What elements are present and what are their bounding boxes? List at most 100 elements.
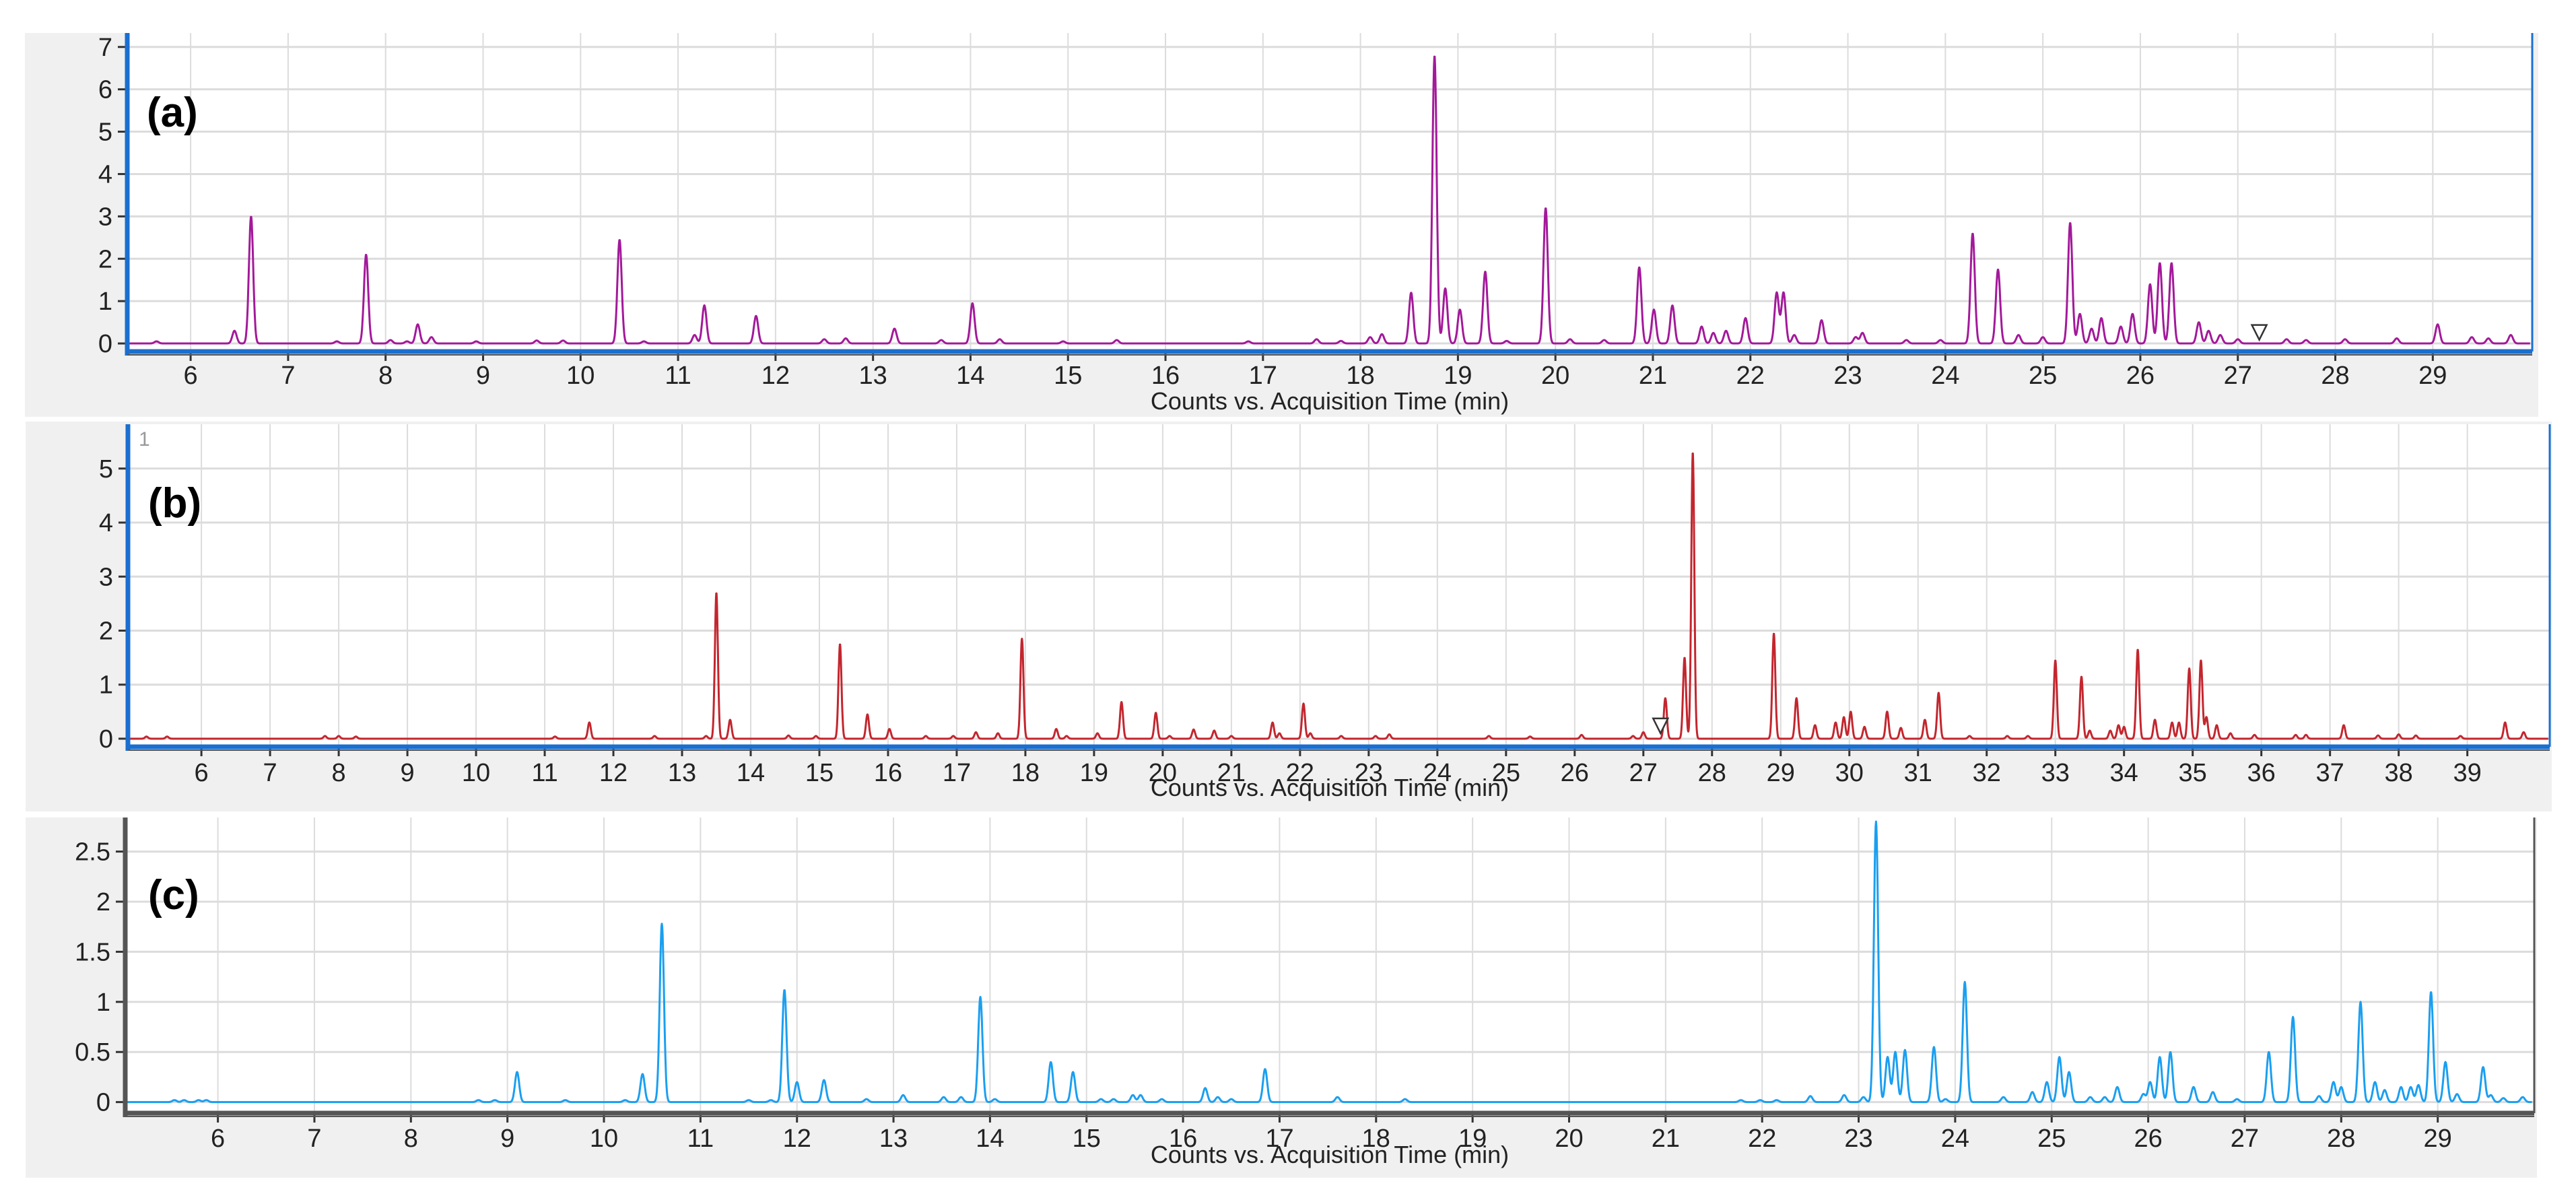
x-tick-label: 16 (1151, 362, 1180, 390)
x-tick-label: 26 (2126, 362, 2155, 390)
panel-c: 6 7 8 9 10 11 12 13 14 15 16 17 18 19 20 21 22 23 24 25 26 27… (26, 817, 2537, 1178)
x-tick-label: 20 (1541, 362, 1569, 390)
x-tick-label: 11 (531, 759, 557, 787)
x-tick-label: 37 (2316, 759, 2344, 787)
panel-b-plot-area (128, 424, 2550, 747)
y-tick-label: 2 (99, 617, 113, 645)
x-tick-label: 29 (1767, 759, 1795, 787)
x-tick-label: 27 (2231, 1125, 2259, 1153)
x-tick-label: 17 (1249, 362, 1277, 390)
y-tick-label: 3 (98, 203, 112, 231)
x-tick-label: 8 (404, 1125, 418, 1153)
x-tick-label: 18 (1011, 759, 1040, 787)
y-tick-label: 2.5 (75, 838, 110, 867)
x-tick-label: 24 (1931, 362, 1959, 390)
x-tick-label: 12 (783, 1125, 811, 1153)
y-tick-label: 6 (98, 76, 112, 104)
x-tick-label: 11 (687, 1125, 714, 1153)
trace-index-label: 1 (139, 428, 150, 450)
x-tick-label: 22 (1748, 1125, 1776, 1153)
panel-b-x-axis-title: Counts vs. Acquisition Time (min) (1151, 774, 1509, 801)
y-tick-label: 1 (98, 288, 112, 316)
x-tick-label: 31 (1904, 759, 1932, 787)
x-tick-label: 22 (1736, 362, 1765, 390)
x-tick-label: 13 (879, 1125, 908, 1153)
x-tick-label: 8 (378, 362, 393, 390)
panel-b: 6 7 8 9 10 11 12 13 14 15 16 17 18 19 20 21 22 23 24 25 26 27… (26, 422, 2552, 811)
x-tick-label: 10 (462, 759, 490, 787)
x-tick-label: 25 (2029, 362, 2057, 390)
x-tick-label: 15 (805, 759, 834, 787)
y-tick-label: 1 (96, 989, 110, 1017)
x-tick-label: 7 (263, 759, 277, 787)
x-tick-label: 25 (2037, 1125, 2066, 1153)
x-tick-label: 33 (2041, 759, 2070, 787)
x-tick-label: 14 (737, 759, 765, 787)
y-tick-label: 0 (99, 725, 113, 754)
x-tick-label: 20 (1555, 1125, 1583, 1153)
x-tick-label: 9 (476, 362, 490, 390)
x-tick-label: 36 (2247, 759, 2276, 787)
x-tick-label: 15 (1073, 1125, 1101, 1153)
x-tick-label: 27 (1629, 759, 1658, 787)
x-tick-label: 18 (1346, 362, 1374, 390)
x-tick-label: 10 (590, 1125, 618, 1153)
panel-a-x-axis-title: Counts vs. Acquisition Time (min) (1151, 387, 1509, 415)
x-tick-label: 17 (943, 759, 971, 787)
x-tick-label: 23 (1833, 362, 1862, 390)
x-tick-label: 11 (665, 362, 691, 390)
x-tick-label: 21 (1652, 1125, 1680, 1153)
x-tick-label: 26 (2134, 1125, 2162, 1153)
y-tick-label: 0 (96, 1089, 110, 1117)
x-tick-label: 24 (1941, 1125, 1969, 1153)
x-tick-label: 19 (1080, 759, 1108, 787)
x-tick-label: 26 (1561, 759, 1589, 787)
x-tick-label: 29 (2418, 362, 2447, 390)
x-tick-label: 29 (2424, 1125, 2452, 1153)
x-tick-label: 28 (1698, 759, 1726, 787)
x-tick-label: 38 (2384, 759, 2412, 787)
x-tick-label: 9 (401, 759, 415, 787)
x-tick-label: 6 (211, 1125, 225, 1153)
x-tick-label: 30 (1835, 759, 1864, 787)
chromatogram-figure: 6 7 8 9 10 11 12 13 14 15 16 17 18 19 20 21 22 23 24 25 26 27… (25, 33, 2552, 1178)
panel-b-label: (b) (148, 480, 201, 527)
panel-c-x-axis-title: Counts vs. Acquisition Time (min) (1151, 1141, 1509, 1168)
y-tick-label: 0.5 (75, 1038, 110, 1067)
x-tick-label: 34 (2110, 759, 2138, 787)
panel-c-label: (c) (148, 872, 199, 919)
x-tick-label: 19 (1444, 362, 1472, 390)
y-tick-label: 2 (96, 888, 110, 916)
y-tick-label: 4 (99, 509, 113, 537)
x-tick-label: 14 (976, 1125, 1004, 1153)
x-tick-label: 13 (668, 759, 696, 787)
x-tick-label: 12 (599, 759, 628, 787)
x-tick-label: 23 (1844, 1125, 1872, 1153)
x-tick-label: 28 (2327, 1125, 2355, 1153)
x-tick-label: 32 (1973, 759, 2001, 787)
x-tick-label: 9 (500, 1125, 514, 1153)
x-tick-label: 12 (761, 362, 790, 390)
panel-a: 6 7 8 9 10 11 12 13 14 15 16 17 18 19 20 21 22 23 24 25 26 27… (25, 33, 2538, 417)
x-tick-label: 39 (2453, 759, 2481, 787)
y-tick-label: 4 (98, 160, 112, 189)
x-tick-label: 27 (2224, 362, 2252, 390)
x-tick-label: 15 (1054, 362, 1082, 390)
x-tick-label: 7 (307, 1125, 321, 1153)
y-tick-label: 7 (98, 34, 112, 62)
x-tick-label: 35 (2179, 759, 2207, 787)
x-tick-label: 21 (1639, 362, 1667, 390)
y-tick-label: 1.5 (75, 938, 110, 966)
x-tick-label: 13 (859, 362, 887, 390)
x-tick-label: 10 (566, 362, 595, 390)
x-tick-label: 7 (281, 362, 295, 390)
x-tick-label: 6 (184, 362, 198, 390)
y-tick-label: 2 (98, 245, 112, 273)
panel-a-label: (a) (147, 90, 198, 136)
panel-a-plot-area (127, 33, 2532, 352)
x-tick-label: 16 (874, 759, 902, 787)
y-tick-label: 5 (98, 119, 112, 147)
y-tick-label: 5 (99, 455, 113, 483)
x-tick-label: 6 (195, 759, 209, 787)
y-tick-label: 1 (99, 671, 113, 700)
